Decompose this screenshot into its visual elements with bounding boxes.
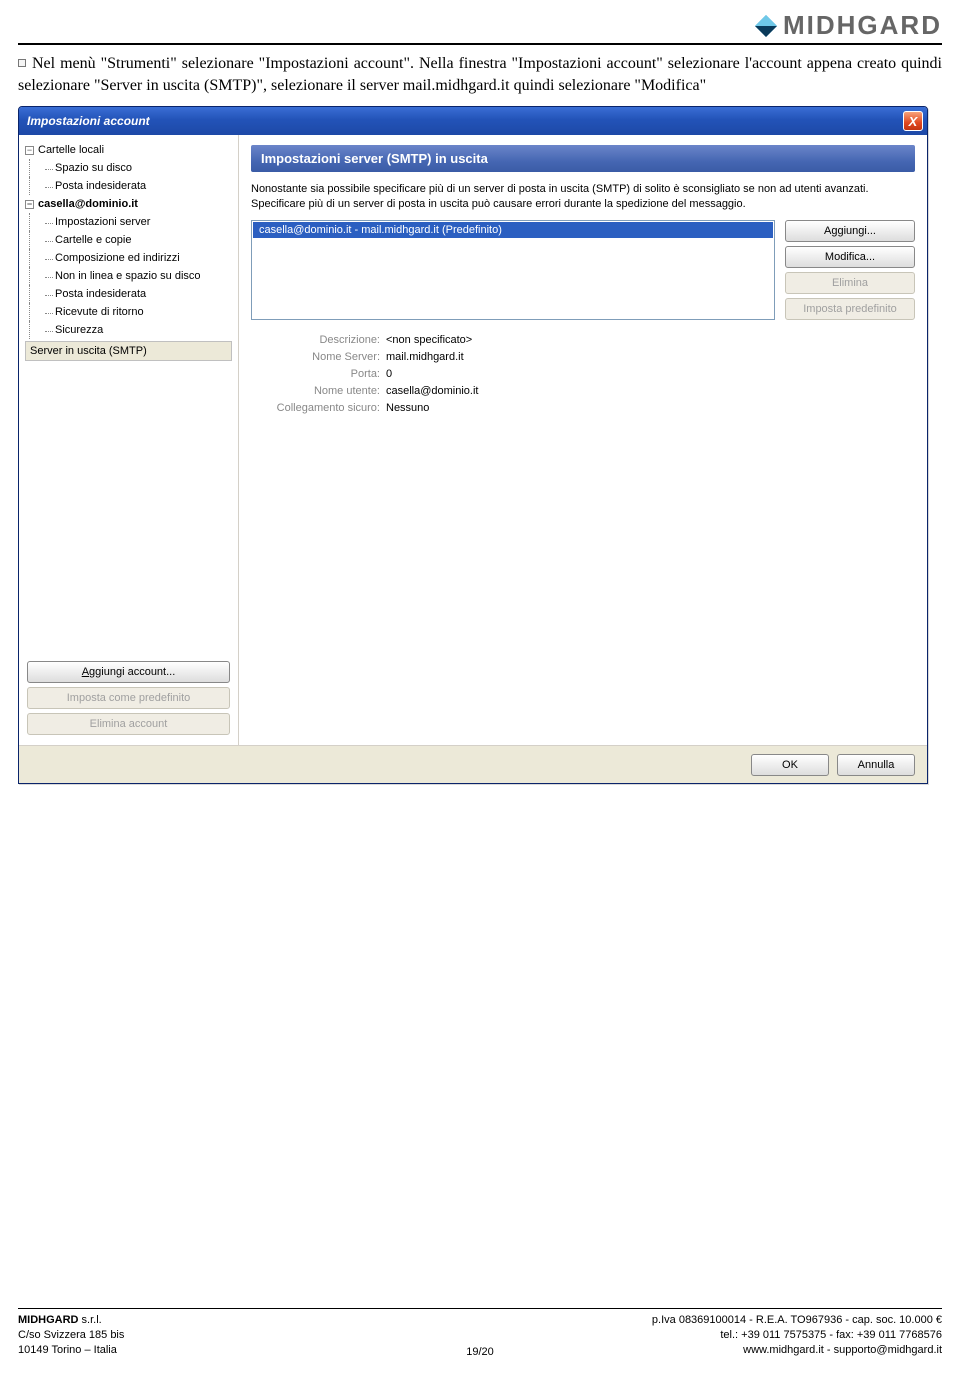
- info-text: Nonostante sia possibile specificare più…: [251, 182, 915, 212]
- cancel-button[interactable]: Annulla: [837, 754, 915, 776]
- page-number: 19/20: [440, 1346, 520, 1358]
- server-label: Nome Server:: [251, 351, 386, 363]
- smtp-details: Descrizione:<non specificato> Nome Serve…: [251, 332, 915, 417]
- footer-piva: p.Iva 08369100014 - R.E.A. TO967936 - ca…: [652, 1314, 942, 1326]
- smtp-delete-button: Elimina: [785, 272, 915, 294]
- add-account-button[interactable]: AAggiungi account...ggiungi account...: [27, 661, 230, 683]
- footer-addr1: C/so Svizzera 185 bis: [18, 1329, 124, 1341]
- collapse-icon[interactable]: −: [25, 146, 34, 155]
- dialog-titlebar[interactable]: Impostazioni account X: [19, 107, 927, 135]
- tree-smtp-selected[interactable]: Server in uscita (SMTP): [25, 341, 232, 361]
- tree-copies[interactable]: Cartelle e copie: [25, 231, 232, 249]
- instruction-paragraph: Nel menù "Strumenti" selezionare "Impost…: [18, 53, 942, 96]
- logo-text: MIDHGARD: [783, 10, 942, 41]
- ok-button[interactable]: OK: [751, 754, 829, 776]
- logo-diamond-icon: [753, 13, 779, 39]
- smtp-set-default-button: Imposta predefinito: [785, 298, 915, 320]
- tree-compose[interactable]: Composizione ed indirizzi: [25, 249, 232, 267]
- set-default-account-button: Imposta come predefinito: [27, 687, 230, 709]
- tree-security[interactable]: Sicurezza: [25, 321, 232, 339]
- smtp-server-list[interactable]: casella@dominio.it - mail.midhgard.it (P…: [251, 220, 775, 320]
- tree-account[interactable]: −casella@dominio.it: [25, 195, 232, 213]
- user-value: casella@dominio.it: [386, 385, 479, 397]
- settings-dialog: Impostazioni account X −Cartelle locali …: [18, 106, 928, 784]
- footer-company: MIDHGARD: [18, 1314, 79, 1326]
- tree-server-settings[interactable]: Impostazioni server: [25, 213, 232, 231]
- footer-tel: tel.: +39 011 7575375 - fax: +39 011 776…: [720, 1329, 942, 1341]
- page-footer: MIDHGARD s.r.l. C/so Svizzera 185 bis 10…: [18, 1308, 942, 1358]
- smtp-server-item-selected[interactable]: casella@dominio.it - mail.midhgard.it (P…: [253, 222, 773, 238]
- tree-offline[interactable]: Non in linea e spazio su disco: [25, 267, 232, 285]
- smtp-settings-pane: Impostazioni server (SMTP) in uscita Non…: [239, 135, 927, 745]
- footer-addr2: 10149 Torino – Italia: [18, 1344, 117, 1356]
- dialog-footer: OK Annulla: [19, 745, 927, 783]
- smtp-edit-button[interactable]: Modifica...: [785, 246, 915, 268]
- page-header: MIDHGARD: [18, 10, 942, 45]
- port-label: Porta:: [251, 368, 386, 380]
- collapse-icon[interactable]: −: [25, 200, 34, 209]
- tree-receipts[interactable]: Ricevute di ritorno: [25, 303, 232, 321]
- close-icon[interactable]: X: [903, 111, 923, 131]
- accounts-tree-pane: −Cartelle locali Spazio su disco Posta i…: [19, 135, 239, 745]
- dialog-title: Impostazioni account: [27, 114, 150, 128]
- desc-label: Descrizione:: [251, 334, 386, 346]
- secure-label: Collegamento sicuro:: [251, 402, 386, 414]
- smtp-add-button[interactable]: Aggiungi...: [785, 220, 915, 242]
- bullet-icon: [18, 59, 26, 67]
- accounts-tree[interactable]: −Cartelle locali Spazio su disco Posta i…: [23, 141, 234, 653]
- tree-local-folders[interactable]: −Cartelle locali: [25, 141, 232, 159]
- desc-value: <non specificato>: [386, 334, 472, 346]
- tree-junk-acct[interactable]: Posta indesiderata: [25, 285, 232, 303]
- secure-value: Nessuno: [386, 402, 429, 414]
- section-header: Impostazioni server (SMTP) in uscita: [251, 145, 915, 172]
- server-value: mail.midhgard.it: [386, 351, 464, 363]
- port-value: 0: [386, 368, 392, 380]
- instruction-text: Nel menù "Strumenti" selezionare "Impost…: [18, 55, 942, 94]
- footer-web: www.midhgard.it - supporto@midhgard.it: [743, 1344, 942, 1356]
- footer-company-suffix: s.r.l.: [79, 1314, 102, 1326]
- user-label: Nome utente:: [251, 385, 386, 397]
- delete-account-button: Elimina account: [27, 713, 230, 735]
- logo: MIDHGARD: [753, 10, 942, 41]
- tree-disk-space[interactable]: Spazio su disco: [25, 159, 232, 177]
- tree-junk-local[interactable]: Posta indesiderata: [25, 177, 232, 195]
